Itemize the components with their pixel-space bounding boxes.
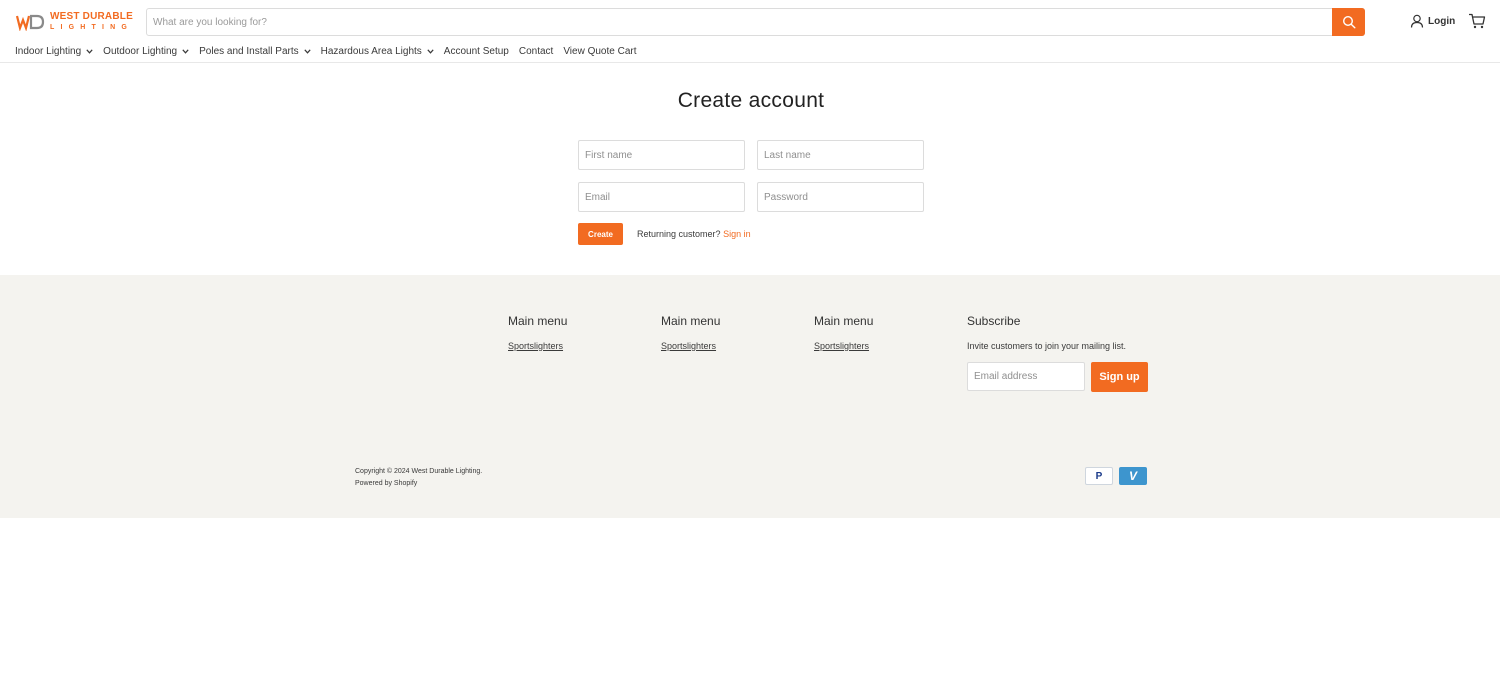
nav-item-poles-install-parts[interactable]: Poles and Install Parts bbox=[199, 46, 311, 57]
nav-item-indoor-lighting[interactable]: Indoor Lighting bbox=[15, 46, 93, 57]
footer-column: Main menu Sportslighters bbox=[508, 314, 567, 351]
sign-in-link[interactable]: Sign in bbox=[723, 229, 751, 239]
search-icon bbox=[1342, 15, 1356, 29]
search-input[interactable] bbox=[147, 9, 1333, 35]
logo-wordmark: WEST DURABLE LIGHTING bbox=[50, 11, 134, 32]
nav-item-label: Outdoor Lighting bbox=[103, 45, 178, 57]
create-account-button[interactable]: Create bbox=[578, 223, 623, 245]
nav-item-label: Hazardous Area Lights bbox=[320, 45, 422, 57]
copyright-text: Copyright © 2024 West Durable Lighting. bbox=[355, 468, 483, 475]
nav-item-account-setup[interactable]: Account Setup bbox=[444, 46, 509, 57]
paypal-glyph: P bbox=[1095, 470, 1103, 482]
returning-text: Returning customer? bbox=[637, 229, 721, 239]
email-input[interactable] bbox=[579, 183, 744, 211]
nav-item-label: Account Setup bbox=[443, 45, 509, 57]
first-name-input[interactable] bbox=[579, 141, 744, 169]
logo-top-text: WEST DURABLE bbox=[50, 11, 133, 22]
login-link[interactable]: Login bbox=[1410, 14, 1455, 28]
main-nav: Indoor Lighting Outdoor Lighting Poles a… bbox=[15, 44, 647, 58]
nav-item-label: View Quote Cart bbox=[563, 45, 637, 57]
footer-link-sportslighters[interactable]: Sportslighters bbox=[814, 341, 873, 351]
page-title: Create account bbox=[677, 89, 825, 112]
nav-item-hazardous-area-lights[interactable]: Hazardous Area Lights bbox=[321, 46, 434, 57]
footer-column: Main menu Sportslighters bbox=[814, 314, 873, 351]
chevron-down-icon bbox=[86, 48, 93, 54]
nav-item-contact[interactable]: Contact bbox=[519, 46, 553, 57]
logo-mark-icon bbox=[16, 14, 45, 31]
powered-by-link[interactable]: Powered by Shopify bbox=[355, 480, 417, 487]
subscribe-email-input[interactable] bbox=[968, 363, 1084, 390]
footer-column-heading: Main menu bbox=[508, 314, 568, 328]
site-logo[interactable]: WEST DURABLE LIGHTING bbox=[16, 12, 133, 31]
user-icon bbox=[1410, 14, 1424, 28]
subscribe-text: Invite customers to join your mailing li… bbox=[967, 341, 1127, 351]
chevron-down-icon bbox=[303, 48, 311, 54]
site-footer: Main menu Sportslighters Main menu Sport… bbox=[0, 275, 1500, 518]
nav-item-label: Poles and Install Parts bbox=[199, 45, 299, 57]
returning-customer: Returning customer? Sign in bbox=[637, 229, 751, 239]
sign-up-button[interactable]: Sign up bbox=[1091, 362, 1148, 392]
venmo-icon: V bbox=[1119, 467, 1147, 485]
footer-link-sportslighters[interactable]: Sportslighters bbox=[661, 341, 720, 351]
login-label: Login bbox=[1428, 15, 1456, 27]
first-name-field bbox=[578, 140, 745, 170]
subscribe-heading: Subscribe bbox=[967, 314, 1021, 328]
nav-item-outdoor-lighting[interactable]: Outdoor Lighting bbox=[103, 46, 189, 57]
search-button[interactable] bbox=[1332, 8, 1365, 36]
paypal-icon: P bbox=[1085, 467, 1113, 485]
last-name-field bbox=[757, 140, 924, 170]
copyright: Copyright © 2024 West Durable Lighting. … bbox=[355, 466, 482, 490]
subscribe-section: Subscribe Invite customers to join your … bbox=[967, 314, 1167, 392]
last-name-input[interactable] bbox=[758, 141, 923, 169]
cart-icon[interactable] bbox=[1468, 13, 1486, 29]
site-header: WEST DURABLE LIGHTING Login Indoor Light… bbox=[0, 0, 1500, 63]
footer-column-heading: Main menu bbox=[814, 314, 874, 328]
logo-bottom-text: LIGHTING bbox=[50, 24, 134, 31]
search-bar bbox=[146, 8, 1365, 36]
password-input[interactable] bbox=[758, 183, 923, 211]
venmo-glyph: V bbox=[1128, 469, 1137, 483]
footer-link-sportslighters[interactable]: Sportslighters bbox=[508, 341, 567, 351]
email-field bbox=[578, 182, 745, 212]
subscribe-email-field bbox=[967, 362, 1085, 391]
footer-column: Main menu Sportslighters bbox=[661, 314, 720, 351]
password-field bbox=[757, 182, 924, 212]
nav-item-label: Contact bbox=[518, 45, 554, 57]
nav-item-view-quote-cart[interactable]: View Quote Cart bbox=[563, 46, 636, 57]
chevron-down-icon bbox=[427, 48, 434, 54]
footer-column-heading: Main menu bbox=[661, 314, 721, 328]
nav-item-label: Indoor Lighting bbox=[15, 45, 82, 57]
chevron-down-icon bbox=[182, 48, 189, 54]
